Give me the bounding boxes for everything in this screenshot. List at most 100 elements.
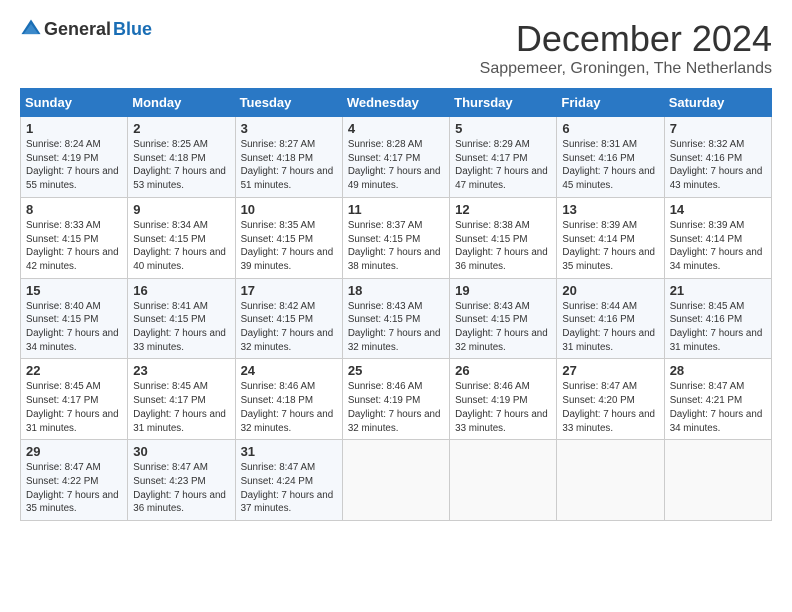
calendar-week-3: 15 Sunrise: 8:40 AMSunset: 4:15 PMDaylig… xyxy=(21,278,772,359)
logo-icon xyxy=(20,18,42,40)
calendar-cell: 21 Sunrise: 8:45 AMSunset: 4:16 PMDaylig… xyxy=(664,278,771,359)
header: General Blue December 2024 Sappemeer, Gr… xyxy=(20,18,772,78)
day-detail: Sunrise: 8:44 AMSunset: 4:16 PMDaylight:… xyxy=(562,301,655,353)
calendar-cell: 9 Sunrise: 8:34 AMSunset: 4:15 PMDayligh… xyxy=(128,197,235,278)
weekday-header-thursday: Thursday xyxy=(450,89,557,117)
calendar-cell xyxy=(342,440,449,521)
weekday-header-tuesday: Tuesday xyxy=(235,89,342,117)
day-detail: Sunrise: 8:47 AMSunset: 4:22 PMDaylight:… xyxy=(26,462,119,514)
calendar-cell: 10 Sunrise: 8:35 AMSunset: 4:15 PMDaylig… xyxy=(235,197,342,278)
day-number: 15 xyxy=(26,283,122,298)
calendar-cell: 30 Sunrise: 8:47 AMSunset: 4:23 PMDaylig… xyxy=(128,440,235,521)
weekday-header-row: SundayMondayTuesdayWednesdayThursdayFrid… xyxy=(21,89,772,117)
day-detail: Sunrise: 8:47 AMSunset: 4:20 PMDaylight:… xyxy=(562,381,655,433)
calendar-cell: 3 Sunrise: 8:27 AMSunset: 4:18 PMDayligh… xyxy=(235,117,342,198)
calendar-cell xyxy=(557,440,664,521)
calendar-cell xyxy=(450,440,557,521)
calendar-cell: 23 Sunrise: 8:45 AMSunset: 4:17 PMDaylig… xyxy=(128,359,235,440)
day-number: 22 xyxy=(26,363,122,378)
day-detail: Sunrise: 8:45 AMSunset: 4:17 PMDaylight:… xyxy=(26,381,119,433)
day-number: 24 xyxy=(241,363,337,378)
day-detail: Sunrise: 8:42 AMSunset: 4:15 PMDaylight:… xyxy=(241,301,334,353)
logo: General Blue xyxy=(20,18,152,40)
day-number: 14 xyxy=(670,202,766,217)
calendar-cell: 5 Sunrise: 8:29 AMSunset: 4:17 PMDayligh… xyxy=(450,117,557,198)
logo-blue-text: Blue xyxy=(113,19,152,40)
day-number: 19 xyxy=(455,283,551,298)
calendar-cell: 17 Sunrise: 8:42 AMSunset: 4:15 PMDaylig… xyxy=(235,278,342,359)
day-number: 10 xyxy=(241,202,337,217)
location-subtitle: Sappemeer, Groningen, The Netherlands xyxy=(480,60,772,78)
calendar-cell: 15 Sunrise: 8:40 AMSunset: 4:15 PMDaylig… xyxy=(21,278,128,359)
calendar-cell: 20 Sunrise: 8:44 AMSunset: 4:16 PMDaylig… xyxy=(557,278,664,359)
day-number: 12 xyxy=(455,202,551,217)
weekday-header-sunday: Sunday xyxy=(21,89,128,117)
calendar-cell: 31 Sunrise: 8:47 AMSunset: 4:24 PMDaylig… xyxy=(235,440,342,521)
day-detail: Sunrise: 8:37 AMSunset: 4:15 PMDaylight:… xyxy=(348,220,441,272)
calendar-cell: 16 Sunrise: 8:41 AMSunset: 4:15 PMDaylig… xyxy=(128,278,235,359)
day-detail: Sunrise: 8:27 AMSunset: 4:18 PMDaylight:… xyxy=(241,139,334,191)
calendar-cell: 2 Sunrise: 8:25 AMSunset: 4:18 PMDayligh… xyxy=(128,117,235,198)
calendar-cell: 6 Sunrise: 8:31 AMSunset: 4:16 PMDayligh… xyxy=(557,117,664,198)
calendar-cell: 1 Sunrise: 8:24 AMSunset: 4:19 PMDayligh… xyxy=(21,117,128,198)
day-detail: Sunrise: 8:41 AMSunset: 4:15 PMDaylight:… xyxy=(133,301,226,353)
logo-general-text: General xyxy=(44,19,111,40)
day-number: 31 xyxy=(241,444,337,459)
day-number: 16 xyxy=(133,283,229,298)
day-number: 30 xyxy=(133,444,229,459)
day-detail: Sunrise: 8:28 AMSunset: 4:17 PMDaylight:… xyxy=(348,139,441,191)
calendar-table: SundayMondayTuesdayWednesdayThursdayFrid… xyxy=(20,88,772,521)
day-number: 8 xyxy=(26,202,122,217)
page: General Blue December 2024 Sappemeer, Gr… xyxy=(0,0,792,531)
day-detail: Sunrise: 8:35 AMSunset: 4:15 PMDaylight:… xyxy=(241,220,334,272)
calendar-cell: 29 Sunrise: 8:47 AMSunset: 4:22 PMDaylig… xyxy=(21,440,128,521)
calendar-cell: 24 Sunrise: 8:46 AMSunset: 4:18 PMDaylig… xyxy=(235,359,342,440)
day-detail: Sunrise: 8:33 AMSunset: 4:15 PMDaylight:… xyxy=(26,220,119,272)
day-detail: Sunrise: 8:25 AMSunset: 4:18 PMDaylight:… xyxy=(133,139,226,191)
day-number: 11 xyxy=(348,202,444,217)
day-detail: Sunrise: 8:38 AMSunset: 4:15 PMDaylight:… xyxy=(455,220,548,272)
day-number: 17 xyxy=(241,283,337,298)
calendar-cell: 14 Sunrise: 8:39 AMSunset: 4:14 PMDaylig… xyxy=(664,197,771,278)
day-detail: Sunrise: 8:39 AMSunset: 4:14 PMDaylight:… xyxy=(562,220,655,272)
calendar-week-4: 22 Sunrise: 8:45 AMSunset: 4:17 PMDaylig… xyxy=(21,359,772,440)
calendar-cell: 19 Sunrise: 8:43 AMSunset: 4:15 PMDaylig… xyxy=(450,278,557,359)
weekday-header-friday: Friday xyxy=(557,89,664,117)
month-title: December 2024 xyxy=(480,18,772,60)
calendar-cell: 18 Sunrise: 8:43 AMSunset: 4:15 PMDaylig… xyxy=(342,278,449,359)
day-detail: Sunrise: 8:34 AMSunset: 4:15 PMDaylight:… xyxy=(133,220,226,272)
title-section: December 2024 Sappemeer, Groningen, The … xyxy=(480,18,772,78)
day-detail: Sunrise: 8:47 AMSunset: 4:23 PMDaylight:… xyxy=(133,462,226,514)
calendar-cell xyxy=(664,440,771,521)
day-number: 13 xyxy=(562,202,658,217)
day-number: 9 xyxy=(133,202,229,217)
day-number: 23 xyxy=(133,363,229,378)
day-number: 26 xyxy=(455,363,551,378)
day-detail: Sunrise: 8:40 AMSunset: 4:15 PMDaylight:… xyxy=(26,301,119,353)
day-number: 20 xyxy=(562,283,658,298)
calendar-week-2: 8 Sunrise: 8:33 AMSunset: 4:15 PMDayligh… xyxy=(21,197,772,278)
calendar-cell: 11 Sunrise: 8:37 AMSunset: 4:15 PMDaylig… xyxy=(342,197,449,278)
day-number: 29 xyxy=(26,444,122,459)
calendar-cell: 7 Sunrise: 8:32 AMSunset: 4:16 PMDayligh… xyxy=(664,117,771,198)
day-detail: Sunrise: 8:46 AMSunset: 4:19 PMDaylight:… xyxy=(348,381,441,433)
weekday-header-wednesday: Wednesday xyxy=(342,89,449,117)
day-detail: Sunrise: 8:47 AMSunset: 4:21 PMDaylight:… xyxy=(670,381,763,433)
day-number: 18 xyxy=(348,283,444,298)
day-number: 28 xyxy=(670,363,766,378)
day-detail: Sunrise: 8:29 AMSunset: 4:17 PMDaylight:… xyxy=(455,139,548,191)
calendar-cell: 8 Sunrise: 8:33 AMSunset: 4:15 PMDayligh… xyxy=(21,197,128,278)
calendar-cell: 26 Sunrise: 8:46 AMSunset: 4:19 PMDaylig… xyxy=(450,359,557,440)
weekday-header-saturday: Saturday xyxy=(664,89,771,117)
day-detail: Sunrise: 8:43 AMSunset: 4:15 PMDaylight:… xyxy=(455,301,548,353)
calendar-week-5: 29 Sunrise: 8:47 AMSunset: 4:22 PMDaylig… xyxy=(21,440,772,521)
day-number: 25 xyxy=(348,363,444,378)
calendar-cell: 25 Sunrise: 8:46 AMSunset: 4:19 PMDaylig… xyxy=(342,359,449,440)
day-number: 7 xyxy=(670,121,766,136)
calendar-cell: 22 Sunrise: 8:45 AMSunset: 4:17 PMDaylig… xyxy=(21,359,128,440)
day-detail: Sunrise: 8:47 AMSunset: 4:24 PMDaylight:… xyxy=(241,462,334,514)
day-detail: Sunrise: 8:46 AMSunset: 4:19 PMDaylight:… xyxy=(455,381,548,433)
day-number: 2 xyxy=(133,121,229,136)
day-detail: Sunrise: 8:24 AMSunset: 4:19 PMDaylight:… xyxy=(26,139,119,191)
weekday-header-monday: Monday xyxy=(128,89,235,117)
